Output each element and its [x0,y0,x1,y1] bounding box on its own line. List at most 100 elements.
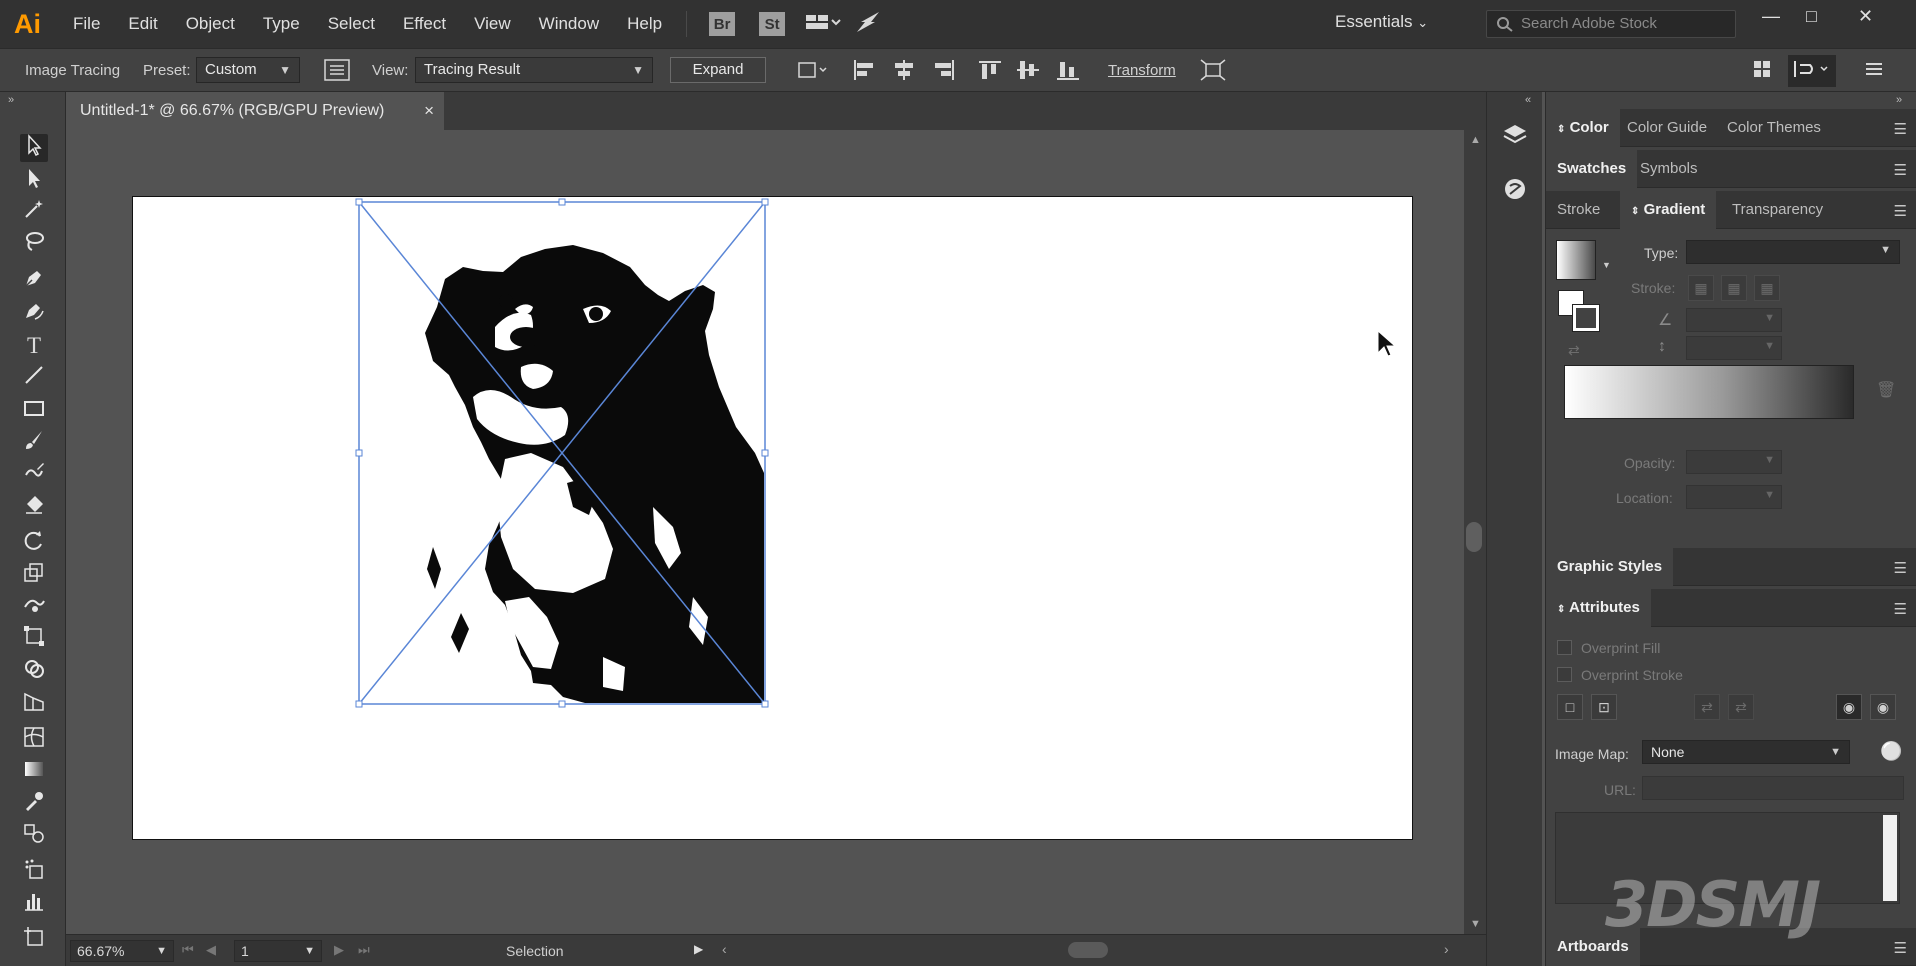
reverse-gradient-icon[interactable]: ⇄ [1568,342,1580,359]
free-transform-tool-icon[interactable] [20,625,48,653]
menu-effect[interactable]: Effect [389,0,460,48]
artboard-number-field[interactable]: 1 ▼ [234,940,322,962]
image-tracing-label[interactable]: Image Tracing [25,62,120,79]
collapse-panels-icon[interactable]: « [1525,94,1531,106]
even-odd-fill-rule-icon[interactable]: ◉ [1870,694,1896,720]
menu-edit[interactable]: Edit [114,0,171,48]
last-artboard-icon[interactable]: ⏭ [358,942,370,958]
align-to-icon[interactable] [795,59,829,85]
scroll-up-icon[interactable]: ▲ [1470,134,1481,146]
gradient-tool-icon[interactable] [20,758,48,786]
tab-transparency[interactable]: Transparency [1721,191,1834,229]
status-menu-arrow-icon[interactable]: ▶ [694,942,703,956]
maximize-icon[interactable]: □ [1806,6,1817,27]
horizontal-scroll-thumb[interactable] [1068,942,1108,958]
overprint-stroke-checkbox[interactable] [1557,667,1572,682]
scroll-down-icon[interactable]: ▼ [1470,918,1481,930]
tab-symbols[interactable]: Symbols [1629,150,1709,188]
collapse-icon[interactable]: » [8,94,14,106]
mesh-tool-icon[interactable] [20,726,48,754]
expand-button[interactable]: Expand [670,57,766,83]
width-tool-icon[interactable] [20,593,48,621]
align-bottom-icon[interactable] [1056,59,1080,85]
tab-graphic-styles[interactable]: Graphic Styles [1546,548,1674,586]
column-graph-tool-icon[interactable] [20,890,48,918]
next-artboard-icon[interactable]: ▶ [334,942,344,958]
panel-menu-icon[interactable]: ☰ [1894,202,1907,220]
stroke-along-icon[interactable]: ▦ [1721,275,1747,301]
tab-color[interactable]: ⇕ Color [1546,109,1620,147]
eyedropper-tool-icon[interactable] [20,790,48,818]
tab-color-guide[interactable]: Color Guide [1616,109,1718,147]
opacity-field[interactable]: ▼ [1686,450,1782,474]
eraser-tool-icon[interactable] [20,493,48,521]
close-icon[interactable]: × [424,92,434,130]
even-odd-icon[interactable]: ⇄ [1728,694,1754,720]
show-center-icon[interactable]: ⊡ [1591,694,1617,720]
notes-scrollbar[interactable] [1883,815,1897,901]
menu-file[interactable]: File [59,0,114,48]
aspect-ratio-field[interactable]: ▼ [1686,336,1782,360]
pen-tool-icon[interactable] [20,267,48,295]
rectangle-tool-icon[interactable] [20,397,48,425]
arrange-panels-icon[interactable] [1752,59,1772,83]
vertical-scrollbar[interactable]: ▲ ▼ [1464,130,1486,934]
scroll-right-icon[interactable]: › [1444,941,1449,957]
workspace-switcher[interactable]: Essentials ⌄ [1335,12,1428,32]
stroke-across-icon[interactable]: ▦ [1754,275,1780,301]
zoom-field[interactable]: 66.67% ▼ [70,940,174,962]
align-top-icon[interactable] [978,59,1002,85]
libraries-icon[interactable] [1500,176,1530,206]
menu-select[interactable]: Select [314,0,389,48]
blend-tool-icon[interactable] [20,822,48,850]
overprint-fill-checkbox[interactable] [1557,640,1572,655]
menu-type[interactable]: Type [249,0,314,48]
stock-button[interactable]: St [759,12,786,36]
previous-artboard-icon[interactable]: ◀ [206,942,216,958]
align-horizontal-center-icon[interactable] [892,59,916,85]
document-tab[interactable]: Untitled-1* @ 66.67% (RGB/GPU Preview) × [66,92,444,130]
gradient-thumbnail[interactable] [1556,240,1596,280]
align-left-icon[interactable] [852,59,876,85]
arrange-documents-icon[interactable] [805,12,841,36]
layers-icon[interactable] [1500,122,1530,152]
gpu-performance-icon[interactable] [855,10,883,38]
bridge-button[interactable]: Br [709,12,736,36]
shaper-tool-icon[interactable] [20,461,48,489]
perspective-grid-tool-icon[interactable] [20,690,48,718]
current-tool-label[interactable]: Selection [506,943,564,959]
curvature-tool-icon[interactable] [20,299,48,327]
expand-panels-icon[interactable]: » [1896,94,1902,106]
align-right-icon[interactable] [932,59,956,85]
scroll-left-icon[interactable]: ‹ [722,941,727,957]
control-align-toggle-icon[interactable] [1788,55,1836,87]
gradient-slider[interactable] [1564,365,1854,419]
image-map-select[interactable]: None ▼ [1642,740,1850,764]
stroke-within-icon[interactable]: ▦ [1688,275,1714,301]
tab-stroke[interactable]: Stroke [1546,191,1611,229]
menu-window[interactable]: Window [525,0,613,48]
shape-builder-tool-icon[interactable] [20,658,48,686]
transform-link[interactable]: Transform [1108,62,1176,79]
vertical-scroll-thumb[interactable] [1466,522,1482,552]
align-vertical-center-icon[interactable] [1016,59,1040,85]
gradient-type-select[interactable]: ▼ [1686,240,1900,264]
tab-gradient[interactable]: ⇕ Gradient [1620,191,1717,229]
view-select[interactable]: Tracing Result ▼ [415,57,653,83]
paintbrush-tool-icon[interactable] [20,429,48,457]
menu-object[interactable]: Object [172,0,249,48]
isolate-object-icon[interactable] [1200,59,1226,85]
artboard[interactable] [132,196,1413,840]
tab-swatches[interactable]: Swatches [1546,150,1638,188]
direct-selection-tool-icon[interactable] [20,167,48,195]
search-stock-input[interactable]: Search Adobe Stock [1486,10,1736,38]
non-zero-fill-rule-icon[interactable]: ◉ [1836,694,1862,720]
menu-view[interactable]: View [460,0,525,48]
angle-field[interactable]: ▼ [1686,308,1782,332]
delete-stop-icon[interactable]: 🗑 [1876,380,1896,400]
artboard-tool-icon[interactable] [20,926,48,954]
panel-menu-icon[interactable]: ☰ [1894,161,1907,179]
scale-tool-icon[interactable] [20,561,48,589]
tracing-panel-icon[interactable] [324,59,350,85]
url-field[interactable] [1642,776,1904,800]
